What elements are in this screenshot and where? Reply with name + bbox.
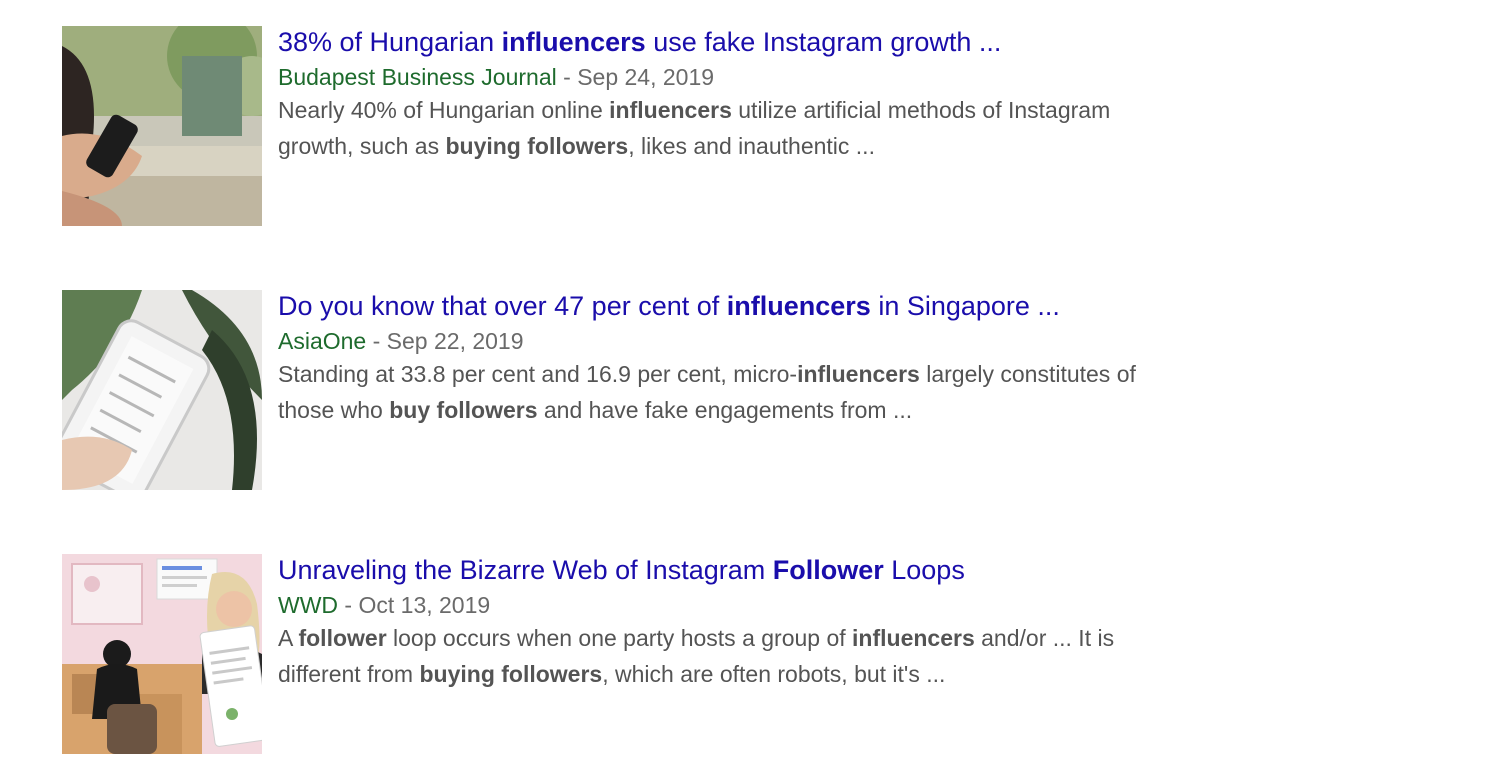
result-content: 38% of Hungarian influencers use fake In…	[278, 26, 1278, 164]
publish-date: Sep 24, 2019	[577, 64, 715, 90]
meta-separator: -	[366, 328, 387, 354]
snippet-highlight: influencers	[797, 361, 920, 387]
publish-date: Sep 22, 2019	[386, 328, 524, 354]
result-snippet: Nearly 40% of Hungarian online influence…	[278, 92, 1278, 164]
snippet-highlight: buy followers	[389, 397, 538, 423]
snippet-text: and/or ... It is	[974, 625, 1115, 651]
snippet-text: loop occurs when one party hosts a group…	[386, 625, 853, 651]
source-name: WWD	[278, 592, 339, 618]
smartphone-with-leaf-image	[62, 290, 262, 490]
thumbnail-image[interactable]	[62, 554, 262, 754]
snippet-text: , likes and inauthentic ...	[628, 133, 875, 159]
news-result: Unraveling the Bizarre Web of Instagram …	[62, 554, 1422, 754]
snippet-highlight: buying followers	[419, 661, 603, 687]
meta-separator: -	[556, 64, 578, 90]
snippet-text: Standing at 33.8 per cent and 16.9 per c…	[278, 361, 798, 387]
title-text: Loops	[883, 555, 965, 585]
snippet-text: Nearly 40% of Hungarian online	[278, 97, 610, 123]
thumbnail-image[interactable]	[62, 26, 262, 226]
snippet-text: A	[278, 625, 299, 651]
snippet-text: , which are often robots, but it's ...	[602, 661, 946, 687]
publish-date: Oct 13, 2019	[358, 592, 491, 618]
title-text: use fake Instagram growth ...	[645, 27, 1002, 57]
result-snippet: A follower loop occurs when one party ho…	[278, 620, 1278, 692]
title-text: Unraveling the Bizarre Web of Instagram	[278, 555, 773, 585]
title-text: 38% of Hungarian	[278, 27, 502, 57]
meta-separator: -	[338, 592, 359, 618]
source-name: AsiaOne	[278, 328, 367, 354]
snippet-text: growth, such as	[278, 133, 446, 159]
snippet-highlight: influencers	[609, 97, 732, 123]
phone-in-hand-outdoor-image	[62, 26, 262, 226]
snippet-highlight: follower	[298, 625, 387, 651]
snippet-text: and have fake engagements from ...	[537, 397, 913, 423]
title-text: in Singapore ...	[870, 291, 1060, 321]
snippet-text: utilize artificial methods of Instagram	[731, 97, 1111, 123]
title-highlight: Follower	[772, 555, 884, 585]
result-title-link[interactable]: 38% of Hungarian influencers use fake In…	[278, 26, 1278, 58]
snippet-text: different from	[278, 661, 420, 687]
result-content: Unraveling the Bizarre Web of Instagram …	[278, 554, 1278, 692]
thumbnail-image[interactable]	[62, 290, 262, 490]
source-name: Budapest Business Journal	[278, 64, 557, 90]
result-meta: Budapest Business Journal - Sep 24, 2019	[278, 62, 1278, 92]
result-meta: WWD - Oct 13, 2019	[278, 590, 1278, 620]
result-content: Do you know that over 47 per cent of inf…	[278, 290, 1278, 428]
title-highlight: influencers	[501, 27, 646, 57]
news-result: 38% of Hungarian influencers use fake In…	[62, 26, 1422, 226]
result-snippet: Standing at 33.8 per cent and 16.9 per c…	[278, 356, 1278, 428]
influencer-collage-image	[62, 554, 262, 754]
title-text: Do you know that over 47 per cent of	[278, 291, 727, 321]
snippet-highlight: buying followers	[445, 133, 629, 159]
snippet-text: largely constitutes of	[919, 361, 1136, 387]
snippet-text: those who	[278, 397, 390, 423]
title-highlight: influencers	[726, 291, 871, 321]
result-meta: AsiaOne - Sep 22, 2019	[278, 326, 1278, 356]
news-result: Do you know that over 47 per cent of inf…	[62, 290, 1422, 490]
result-title-link[interactable]: Do you know that over 47 per cent of inf…	[278, 290, 1278, 322]
result-title-link[interactable]: Unraveling the Bizarre Web of Instagram …	[278, 554, 1278, 586]
snippet-highlight: influencers	[852, 625, 975, 651]
